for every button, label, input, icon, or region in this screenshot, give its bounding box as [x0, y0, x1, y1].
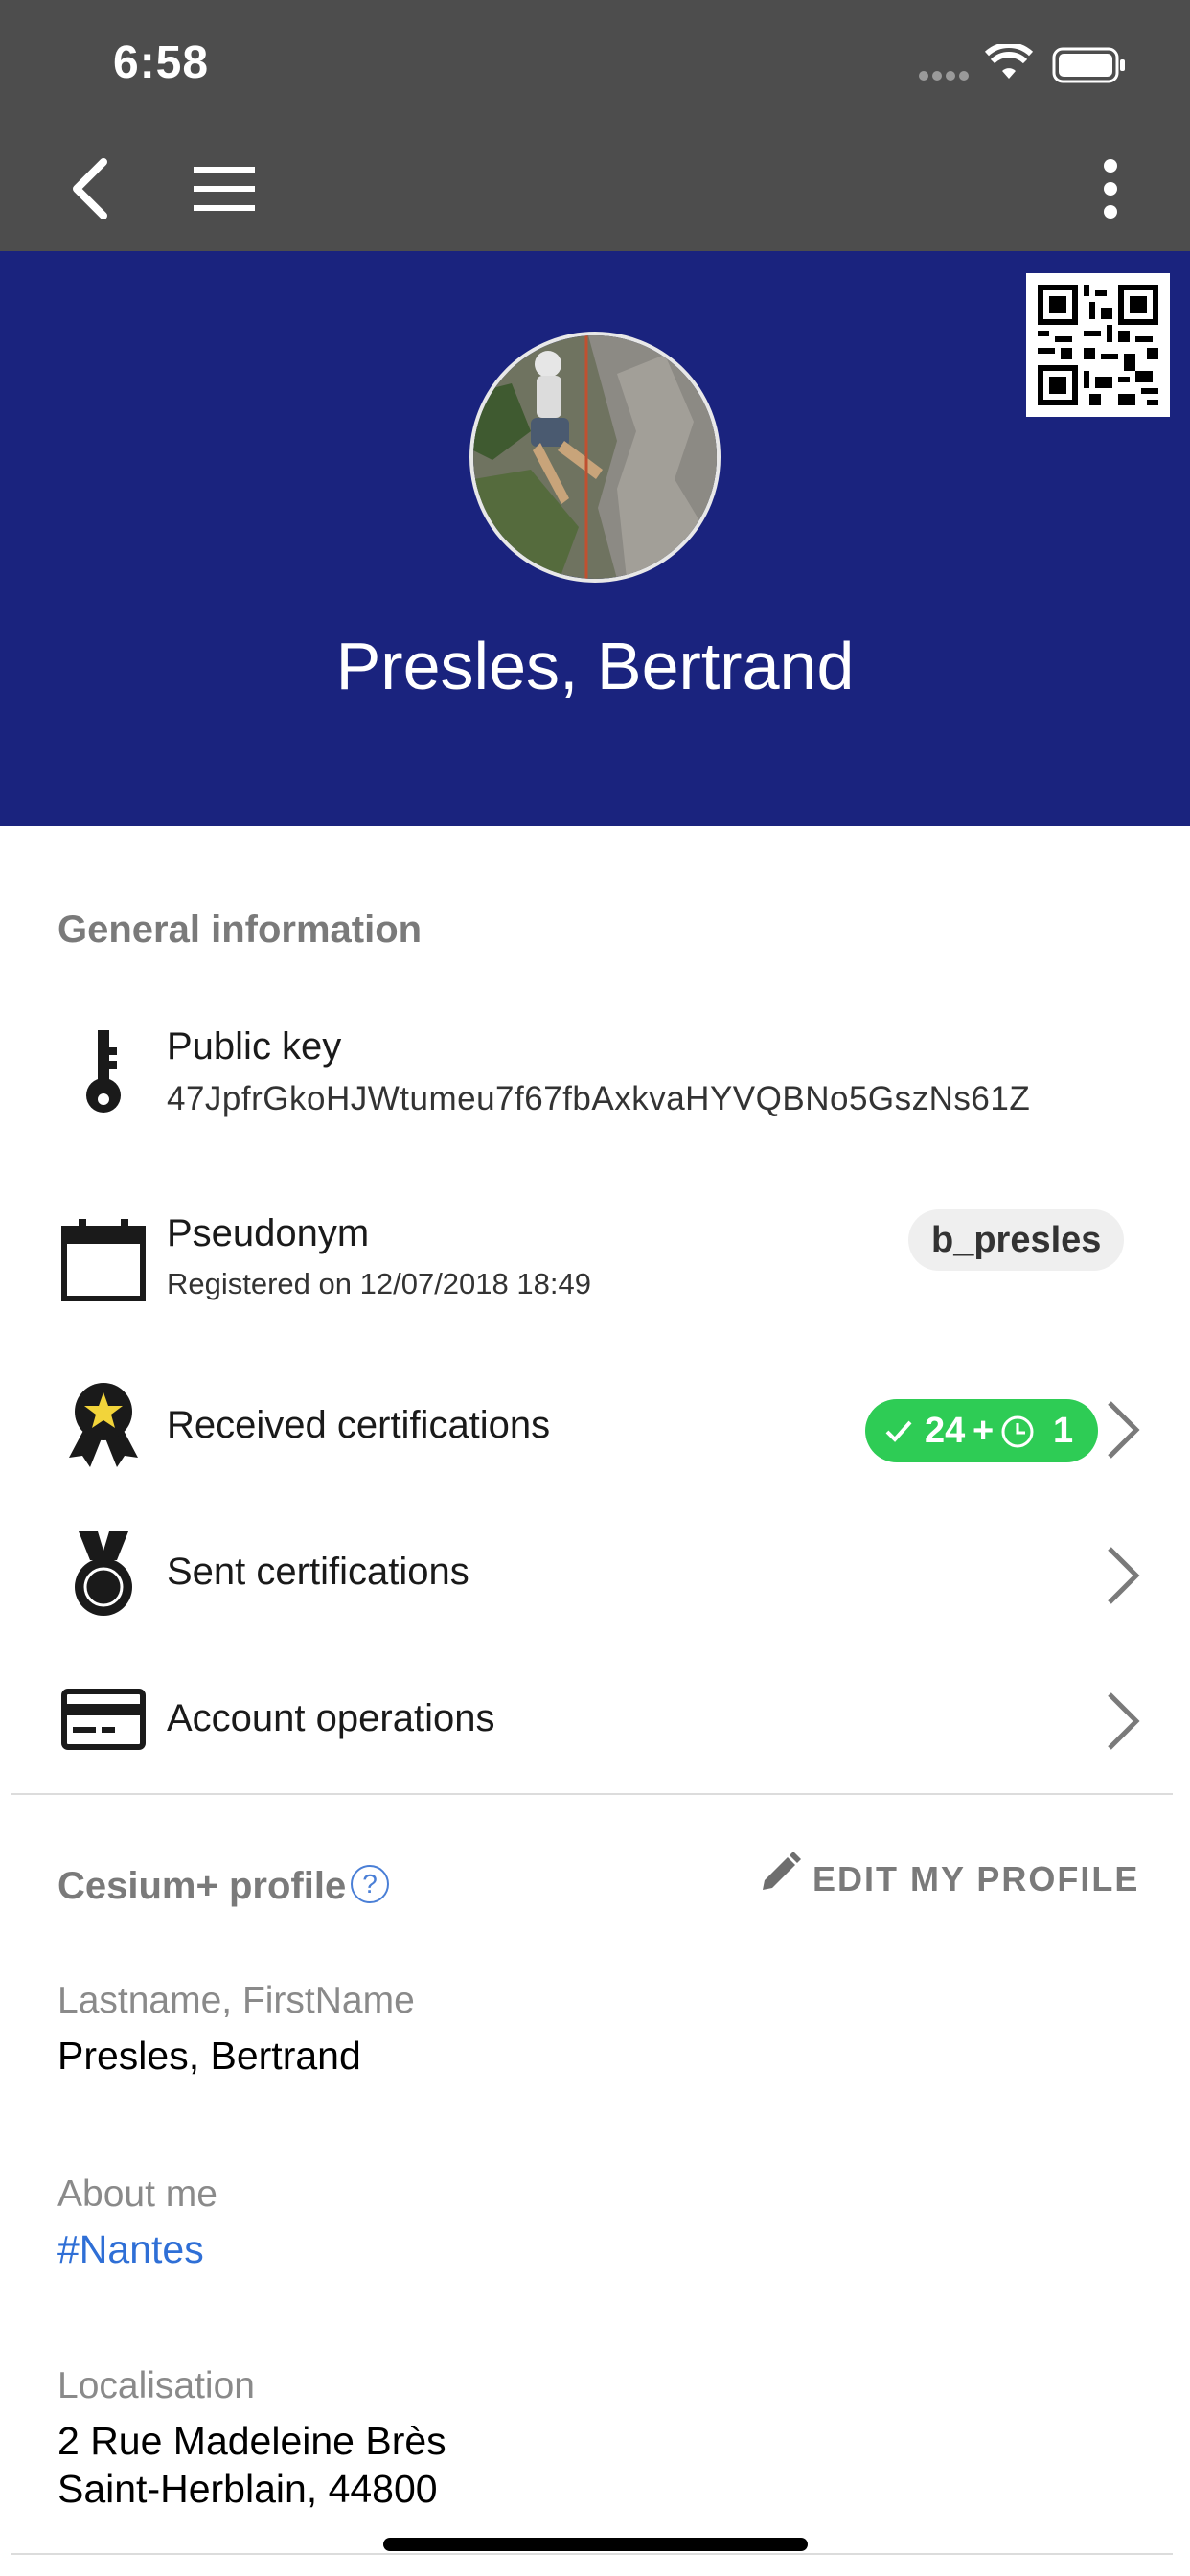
- certifications-count: 24: [925, 1411, 966, 1451]
- pseudonym-badge: b_presles: [908, 1209, 1125, 1271]
- avatar: [469, 332, 721, 583]
- calendar-icon: [61, 1219, 146, 1306]
- sent-certifications-label[interactable]: Sent certifications: [167, 1551, 469, 1594]
- pencil-icon[interactable]: [759, 1852, 801, 1898]
- public-key-value[interactable]: 47JpfrGkoHJWtumeu7f67fbAxkvaHYVQBNo5GszN…: [167, 1080, 1030, 1118]
- chevron-right-icon[interactable]: [1104, 1399, 1142, 1465]
- account-operations-label[interactable]: Account operations: [167, 1697, 494, 1740]
- pseudonym-label: Pseudonym: [167, 1212, 370, 1254]
- profile-section-title: Cesium+ profile: [57, 1865, 347, 1907]
- check-icon: [885, 1420, 912, 1442]
- location-field-label: Localisation: [57, 2365, 255, 2406]
- profile-name: Presles, Bertrand: [335, 629, 855, 703]
- about-hashtag-link[interactable]: #Nantes: [57, 2227, 204, 2272]
- medal-icon: [69, 1531, 138, 1621]
- public-key-label: Public key: [167, 1025, 342, 1068]
- back-icon[interactable]: [67, 158, 115, 224]
- general-info-title: General information: [57, 908, 423, 951]
- chevron-right-icon[interactable]: [1104, 1690, 1142, 1757]
- location-line-2: Saint-Herblain, 44800: [57, 2467, 438, 2511]
- clock-icon: [1001, 1415, 1034, 1448]
- award-star-icon: [65, 1383, 142, 1472]
- received-certifications-label[interactable]: Received certifications: [167, 1404, 550, 1447]
- qr-code-icon[interactable]: [1026, 273, 1170, 417]
- status-time: 6:58: [113, 37, 210, 88]
- more-vertical-icon[interactable]: [1100, 158, 1121, 224]
- name-field-label: Lastname, FirstName: [57, 1980, 415, 2021]
- home-indicator: [383, 2538, 808, 2551]
- key-icon: [84, 1030, 123, 1121]
- pending-count: 1: [1053, 1411, 1074, 1451]
- pending-prefix: +: [973, 1411, 995, 1451]
- credit-card-icon: [61, 1689, 146, 1755]
- location-line-1: 2 Rue Madeleine Brès: [57, 2419, 446, 2463]
- section-divider: [11, 1793, 1173, 1795]
- wifi-icon: [984, 42, 1034, 87]
- signal-icon: [918, 69, 972, 87]
- bottom-divider: [11, 2553, 1173, 2555]
- help-circle-icon[interactable]: ?: [351, 1865, 389, 1903]
- chevron-right-icon[interactable]: [1104, 1545, 1142, 1611]
- name-field-value: Presles, Bertrand: [57, 2034, 361, 2078]
- certifications-count-badge: 24 + 1: [865, 1399, 1098, 1462]
- battery-icon: [1052, 46, 1129, 89]
- edit-profile-button[interactable]: EDIT MY PROFILE: [812, 1859, 1139, 1899]
- registered-date: Registered on 12/07/2018 18:49: [167, 1267, 591, 1300]
- about-field-label: About me: [57, 2174, 217, 2215]
- menu-icon[interactable]: [194, 167, 255, 216]
